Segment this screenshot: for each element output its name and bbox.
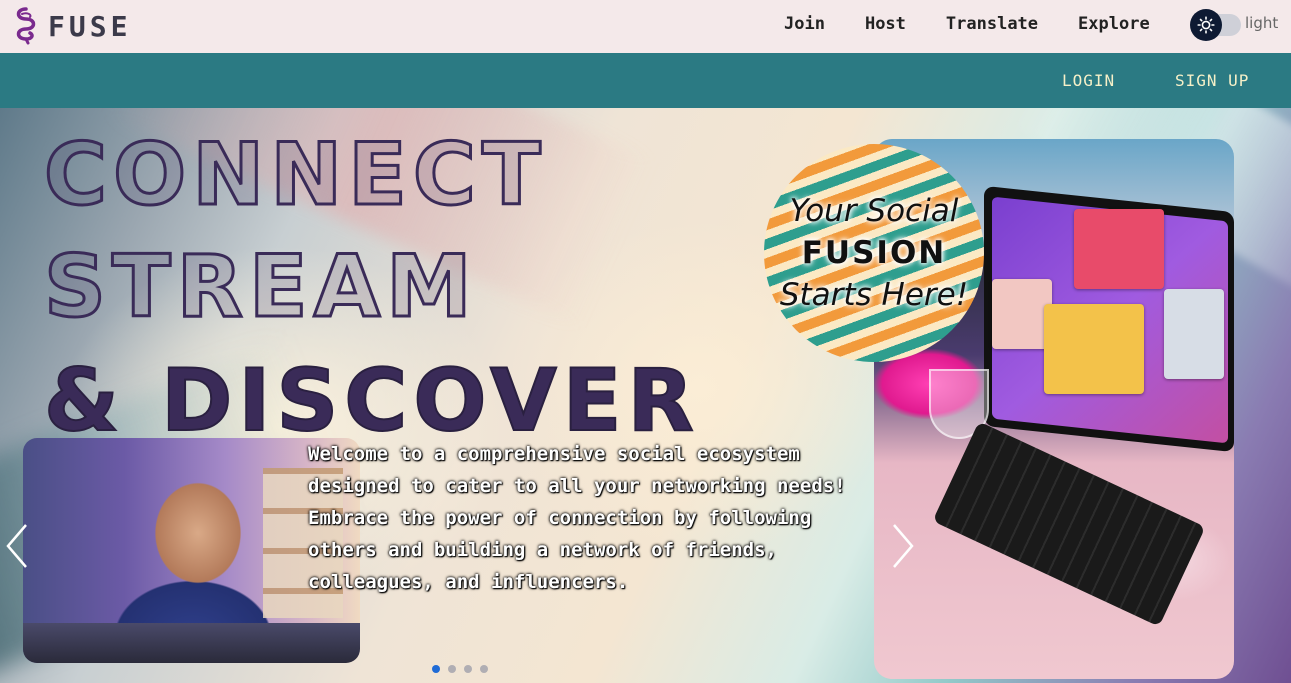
- theme-toggle-label: light: [1245, 14, 1279, 32]
- nav-link-explore[interactable]: Explore: [1078, 14, 1150, 34]
- hero-headline-discover: & DISCOVER: [43, 351, 700, 451]
- badge-line-3: Starts Here!: [779, 277, 969, 313]
- badge-line-2: FUSION: [801, 235, 947, 271]
- carousel-dot[interactable]: [464, 665, 472, 673]
- video-tile: [1164, 289, 1224, 379]
- video-tile: [992, 279, 1052, 349]
- nav-link-translate[interactable]: Translate: [946, 14, 1038, 34]
- sun-icon: [1197, 16, 1215, 34]
- hero-headline-connect: CONNECT: [43, 125, 547, 225]
- theme-toggle-knob[interactable]: [1190, 9, 1222, 41]
- theme-toggle[interactable]: light: [1190, 9, 1279, 41]
- carousel-dot[interactable]: [432, 665, 440, 673]
- main-nav: Join Host Translate Explore: [784, 14, 1190, 34]
- signup-link[interactable]: SIGN UP: [1175, 71, 1249, 90]
- social-fusion-badge: Your Social FUSION Starts Here!: [764, 144, 984, 362]
- theme-toggle-track[interactable]: [1190, 9, 1241, 41]
- top-navbar: FUSE Join Host Translate Explore light: [0, 0, 1291, 53]
- login-link[interactable]: LOGIN: [1062, 71, 1115, 90]
- brand-name: FUSE: [48, 9, 132, 43]
- carousel-dot[interactable]: [480, 665, 488, 673]
- carousel-indicators: [432, 665, 488, 673]
- auth-bar: LOGIN SIGN UP: [0, 53, 1291, 108]
- carousel-dot[interactable]: [448, 665, 456, 673]
- nav-link-host[interactable]: Host: [865, 14, 906, 34]
- chevron-right-icon[interactable]: [888, 521, 916, 571]
- photo-desk: [23, 623, 360, 663]
- brand-logo[interactable]: FUSE: [10, 6, 131, 46]
- hero-headline-stream: STREAM: [43, 237, 478, 337]
- hero-carousel: CONNECT STREAM & DISCOVER Welcome to a c…: [0, 108, 1291, 683]
- video-tile: [1044, 304, 1144, 394]
- nav-link-join[interactable]: Join: [784, 14, 825, 34]
- photo-keyboard: [932, 421, 1206, 627]
- badge-line-1: Your Social: [789, 193, 959, 229]
- chevron-left-icon[interactable]: [4, 521, 32, 571]
- hero-description: Welcome to a comprehensive social ecosys…: [308, 443, 846, 593]
- video-tile: [1074, 209, 1164, 289]
- fuse-logo-icon: [16, 7, 36, 45]
